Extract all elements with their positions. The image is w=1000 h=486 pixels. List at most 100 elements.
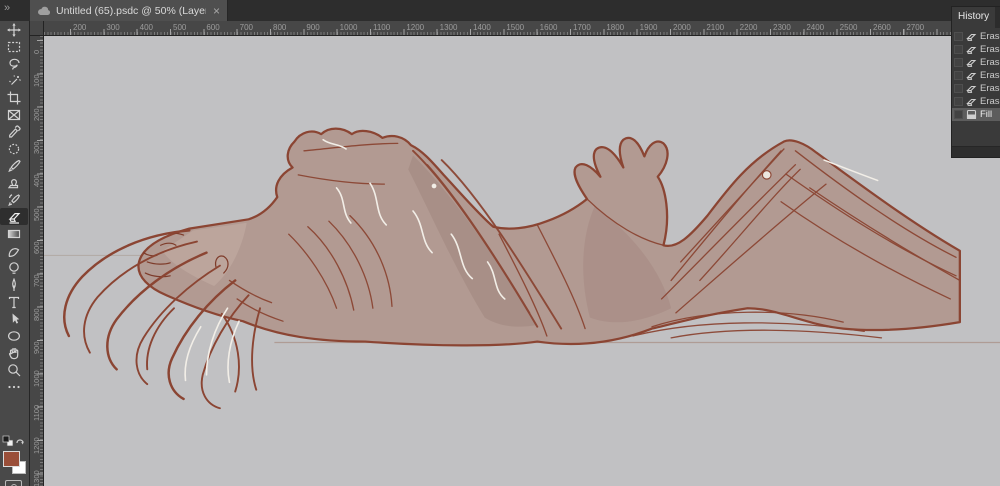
ruler-v-label: 600 xyxy=(32,241,41,254)
zoom-tool[interactable] xyxy=(0,361,28,378)
type-tool[interactable] xyxy=(0,293,28,310)
history-panel-tabs: HistoryHi xyxy=(952,7,1000,28)
smudge-tool[interactable] xyxy=(0,242,28,259)
ruler-v-label: 0 xyxy=(32,49,41,54)
ruler-h-label: 2100 xyxy=(706,23,725,32)
history-entry-eraser[interactable]: Eraser xyxy=(952,69,1000,82)
history-source-well[interactable] xyxy=(954,58,963,67)
ruler-h-label: 2500 xyxy=(839,23,858,32)
ruler-h-label: 900 xyxy=(306,23,320,32)
history-entry-label: Eraser xyxy=(980,83,1000,94)
history-entry-label: Eraser xyxy=(980,96,1000,107)
move-tool[interactable] xyxy=(0,21,28,38)
ruler-v-label: 700 xyxy=(32,274,41,288)
brush-tool[interactable] xyxy=(0,157,28,174)
ruler-h-label: 1000 xyxy=(339,23,358,32)
ruler-h-label: 2300 xyxy=(773,23,791,32)
ruler-v-label: 400 xyxy=(32,174,41,188)
ruler-v-label: 900 xyxy=(32,341,41,354)
history-panel: HistoryHi Eraser Eraser Eraser Eraser Eraser… xyxy=(951,6,1000,158)
default-colors-icon[interactable] xyxy=(2,435,14,447)
frame-tool[interactable] xyxy=(0,106,28,123)
eraser-tool[interactable] xyxy=(0,208,28,225)
document-canvas[interactable] xyxy=(44,36,1000,486)
eyedropper-tool[interactable] xyxy=(0,123,28,140)
ruler-v-label: 500 xyxy=(32,208,41,221)
artwork-reclining-figure-sketch xyxy=(44,127,1000,410)
swap-colors-icon[interactable] xyxy=(16,439,24,445)
history-tab-hi[interactable]: Hi xyxy=(995,7,1000,28)
history-entry-eraser[interactable]: Eraser xyxy=(952,95,1000,108)
ruler-h-label: 2400 xyxy=(806,23,825,32)
ruler-h-label: 1700 xyxy=(573,23,591,32)
ruler-v-label: 800 xyxy=(32,308,41,321)
ruler-h-label: 1600 xyxy=(539,23,558,32)
photoshop-window: » Untitled (65).psdc @ 50% (Layer 13, RG… xyxy=(0,0,1000,486)
gradient-tool[interactable] xyxy=(0,225,28,242)
history-entry-eraser[interactable]: Eraser xyxy=(952,56,1000,69)
close-tab-icon[interactable]: × xyxy=(213,4,220,18)
history-entry-eraser[interactable]: Eraser xyxy=(952,82,1000,95)
history-entry-eraser[interactable]: Eraser xyxy=(952,30,1000,43)
history-tab-history[interactable]: History xyxy=(952,7,996,28)
ruler-v-label: 200 xyxy=(32,108,41,121)
quick-mask-button[interactable] xyxy=(5,480,22,486)
history-entry-label: Eraser xyxy=(980,44,1000,55)
history-entry-label: Eraser xyxy=(980,31,1000,42)
history-source-well[interactable] xyxy=(954,32,963,41)
path-selection-tool[interactable] xyxy=(0,310,28,327)
ruler-h-label: 1800 xyxy=(606,23,625,32)
vertical-ruler[interactable]: 0 100 200 300 400 500 600 700 800 900 1000 1100 1200… xyxy=(30,36,44,486)
rectangular-marquee-tool[interactable] xyxy=(0,38,28,55)
magic-wand-tool[interactable] xyxy=(0,72,28,89)
ruler-h-label: 1300 xyxy=(439,23,458,32)
history-panel-footer xyxy=(952,146,1000,157)
dodge-tool[interactable] xyxy=(0,259,28,276)
tools-list xyxy=(0,21,29,395)
ruler-h-label: 800 xyxy=(273,23,287,32)
ruler-h-label: 1900 xyxy=(639,23,658,32)
ruler-v-label: 300 xyxy=(32,141,41,154)
ruler-h-label: 500 xyxy=(173,23,187,32)
crop-tool[interactable] xyxy=(0,89,28,106)
ruler-h-label: 700 xyxy=(239,23,254,32)
edit-toolbar-button[interactable] xyxy=(0,378,28,395)
history-brush-tool[interactable] xyxy=(0,191,28,208)
ruler-v-label: 1100 xyxy=(32,404,41,421)
ruler-corner xyxy=(30,21,44,36)
ruler-h-label: 1100 xyxy=(373,23,391,32)
foreground-color-swatch[interactable] xyxy=(3,451,20,467)
ruler-h-label: 2700 xyxy=(906,23,925,32)
hand-tool[interactable] xyxy=(0,344,28,361)
history-source-well[interactable] xyxy=(954,84,963,93)
ruler-h-label: 1400 xyxy=(473,23,491,32)
ruler-h-label: 2200 xyxy=(739,23,758,32)
ruler-h-label: 200 xyxy=(73,23,87,32)
history-source-well[interactable] xyxy=(954,97,963,106)
ellipse-tool[interactable] xyxy=(0,327,28,344)
spot-healing-brush-tool[interactable] xyxy=(0,140,28,157)
history-entry-fill[interactable]: Fill xyxy=(952,108,1000,121)
collapse-panels-icon[interactable]: » xyxy=(4,2,10,14)
document-title: Untitled (65).psdc @ 50% (Layer 13, RGB/… xyxy=(56,4,206,17)
ruler-h-label: 2000 xyxy=(673,23,691,32)
history-source-well[interactable] xyxy=(954,45,963,54)
pen-tool[interactable] xyxy=(0,276,28,293)
clone-stamp-tool[interactable] xyxy=(0,174,28,191)
history-entries: Eraser Eraser Eraser Eraser Eraser Eraser Fill xyxy=(952,28,1000,121)
ruler-h-label: 1200 xyxy=(406,23,425,32)
history-entry-label: Eraser xyxy=(980,70,1000,81)
color-controls xyxy=(2,435,26,448)
ruler-v-label: 1200 xyxy=(32,437,41,454)
history-entry-eraser[interactable]: Eraser xyxy=(952,43,1000,56)
history-source-well[interactable] xyxy=(954,110,963,119)
tools-panel xyxy=(0,21,30,486)
ruler-h-label: 300 xyxy=(106,23,120,32)
history-entry-label: Eraser xyxy=(980,57,1000,68)
cloud-icon xyxy=(38,6,51,15)
horizontal-ruler[interactable]: 200 300 400 500 600 700 800 900 1000 1100 1200 1300… xyxy=(44,21,1000,36)
history-source-well[interactable] xyxy=(954,71,963,80)
ruler-v-label: 1000 xyxy=(32,370,41,388)
document-tab[interactable]: Untitled (65).psdc @ 50% (Layer 13, RGB/… xyxy=(30,0,228,21)
lasso-tool[interactable] xyxy=(0,55,28,72)
